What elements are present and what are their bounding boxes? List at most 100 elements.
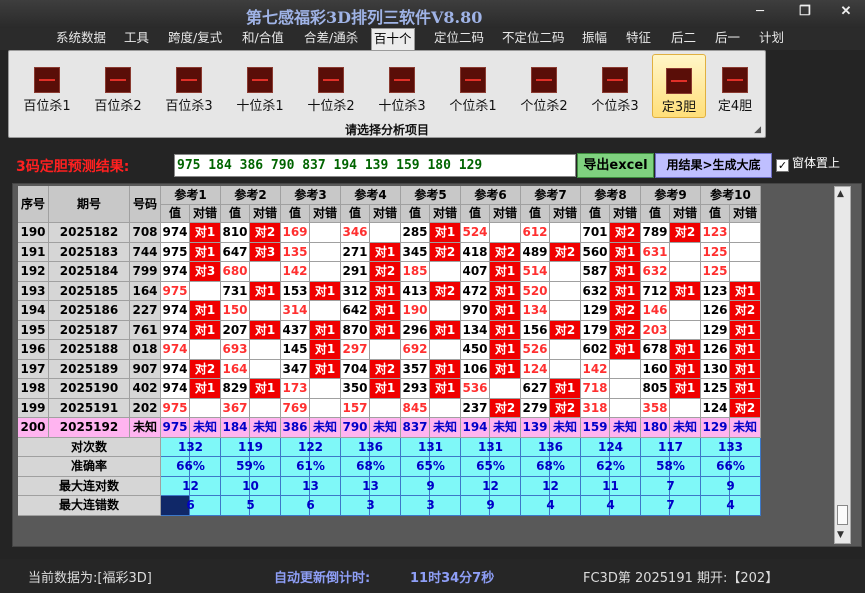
ref-hit-cell: 未知 [670,418,701,438]
ribbon-button-tens-kill-2[interactable]: 十位杀2 [299,54,363,118]
prediction-result-field[interactable]: 975 184 386 790 837 194 139 159 180 129 [174,154,576,177]
column-header-ref-2: 参考2 [221,186,281,205]
ribbon-button-fix-4[interactable]: 定4胆 [708,54,762,118]
ref-value-cell: 845 [401,398,430,418]
row-draw-code: 744 [130,242,161,262]
ref-value-cell: 129 [581,301,610,321]
stay-on-top-option[interactable]: ✓ 窗体置上 [776,154,840,172]
ribbon-button-units-kill-2[interactable]: 个位杀2 [512,54,576,118]
ref-value-cell: 692 [401,340,430,360]
row-index: 194 [18,301,49,321]
menu-item-amplitude[interactable]: 振幅 [580,28,609,50]
generate-base-button[interactable]: 用结果>生成大底 [655,153,772,178]
menu-item-span[interactable]: 跨度/复式 [166,28,224,50]
stat-value: 4 [546,498,555,512]
ref-hit-cell: 对2 [550,320,581,340]
ribbon-button-fix-3[interactable]: 定3胆 [652,54,706,118]
ribbon-button-hundreds-kill-3[interactable]: 百位杀3 [157,54,221,118]
export-excel-button[interactable]: 导出excel [577,153,654,178]
minimize-button[interactable]: ─ [745,3,775,21]
ref-hit-cell: 对1 [730,359,761,379]
menu-item-free-two[interactable]: 不定位二码 [500,28,567,50]
row-period: 2025183 [49,242,130,262]
stat-value: 131 [477,439,504,454]
ref-value-cell: 704 [341,359,370,379]
ref-hit-cell: 未知 [310,418,341,438]
ref-value-cell: 805 [641,379,670,399]
menu-item-sum[interactable]: 和/合值 [240,28,286,50]
ref-value-cell: 106 [461,359,490,379]
subheader-value: 值 [281,205,310,223]
dialog-launcher-icon[interactable]: ◢ [754,125,761,135]
ref-hit-cell: 对2 [370,359,401,379]
scroll-thumb[interactable] [837,505,848,525]
menu-item-last-one[interactable]: 后一 [713,28,742,50]
stat-label: 准确率 [18,457,161,477]
chart-icon [531,67,557,93]
ref-value-cell: 974 [161,262,190,282]
ribbon-button-tens-kill-3[interactable]: 十位杀3 [370,54,434,118]
ref-hit-cell: 对1 [190,223,221,243]
ref-value-cell: 185 [401,262,430,282]
ref-value-cell: 346 [341,223,370,243]
ref-hit-cell [550,223,581,243]
ref-value-cell: 285 [401,223,430,243]
subheader-value: 值 [341,205,370,223]
maximize-button[interactable]: ❐ [790,3,820,21]
ref-hit-cell [250,301,281,321]
chart-icon [176,67,202,93]
menu-item-tools[interactable]: 工具 [122,28,151,50]
stat-value: 3 [366,498,375,512]
ref-value-cell: 632 [581,281,610,301]
ref-value-cell: 129 [701,418,730,438]
menu-item-digits[interactable]: 百十个 [371,28,415,50]
ref-value-cell: 126 [701,340,730,360]
menu-item-diff[interactable]: 合差/通杀 [302,28,360,50]
row-period: 2025191 [49,398,130,418]
ref-hit-cell [310,242,341,262]
row-index: 197 [18,359,49,379]
ref-value-cell: 712 [641,281,670,301]
menu-item-last-two[interactable]: 后二 [669,28,698,50]
subheader-value: 值 [581,205,610,223]
ref-value-cell: 134 [461,320,490,340]
ribbon-button-units-kill-1[interactable]: 个位杀1 [441,54,505,118]
ref-hit-cell [310,262,341,282]
stat-value: 12 [182,478,199,493]
column-header-ref-1: 参考1 [161,186,221,205]
window-title: 第七感福彩3D排列三软件V8.80 [246,8,483,27]
stat-value: 3 [426,498,435,512]
ribbon-button-units-kill-3[interactable]: 个位杀3 [583,54,647,118]
ref-hit-cell: 对1 [730,379,761,399]
ref-value-cell: 975 [161,398,190,418]
ribbon-button-hundreds-kill-2[interactable]: 百位杀2 [86,54,150,118]
ref-value-cell: 974 [161,301,190,321]
scroll-up-icon[interactable]: ▲ [837,189,844,199]
ref-hit-cell [310,398,341,418]
stat-value: 7 [666,498,675,512]
row-draw-code: 708 [130,223,161,243]
ribbon-caption: 请选择分析项目 [344,123,429,137]
ref-value-cell: 271 [341,242,370,262]
stay-on-top-checkbox[interactable]: ✓ [776,159,789,172]
menu-item-plan[interactable]: 计划 [757,28,786,50]
ref-hit-cell [730,262,761,282]
ref-hit-cell: 对1 [730,320,761,340]
ribbon-button-hundreds-kill-1[interactable]: 百位杀1 [15,54,79,118]
menu-item-system-data[interactable]: 系统数据 [54,28,108,50]
menu-item-position-two[interactable]: 定位二码 [432,28,486,50]
ref-value-cell: 970 [461,301,490,321]
scroll-down-icon[interactable]: ▼ [837,530,844,540]
vertical-scrollbar[interactable]: ▲ ▼ [834,186,851,544]
ref-hit-cell: 对1 [190,301,221,321]
ref-hit-cell: 对2 [730,398,761,418]
row-period: 2025182 [49,223,130,243]
ribbon-button-tens-kill-1[interactable]: 十位杀1 [228,54,292,118]
menu-item-feature[interactable]: 特征 [624,28,653,50]
close-button[interactable]: ✕ [831,3,861,21]
stat-value: 12 [542,478,559,493]
ref-hit-cell [370,223,401,243]
chart-icon [389,67,415,93]
row-draw-code: 907 [130,359,161,379]
ref-hit-cell: 对2 [610,320,641,340]
